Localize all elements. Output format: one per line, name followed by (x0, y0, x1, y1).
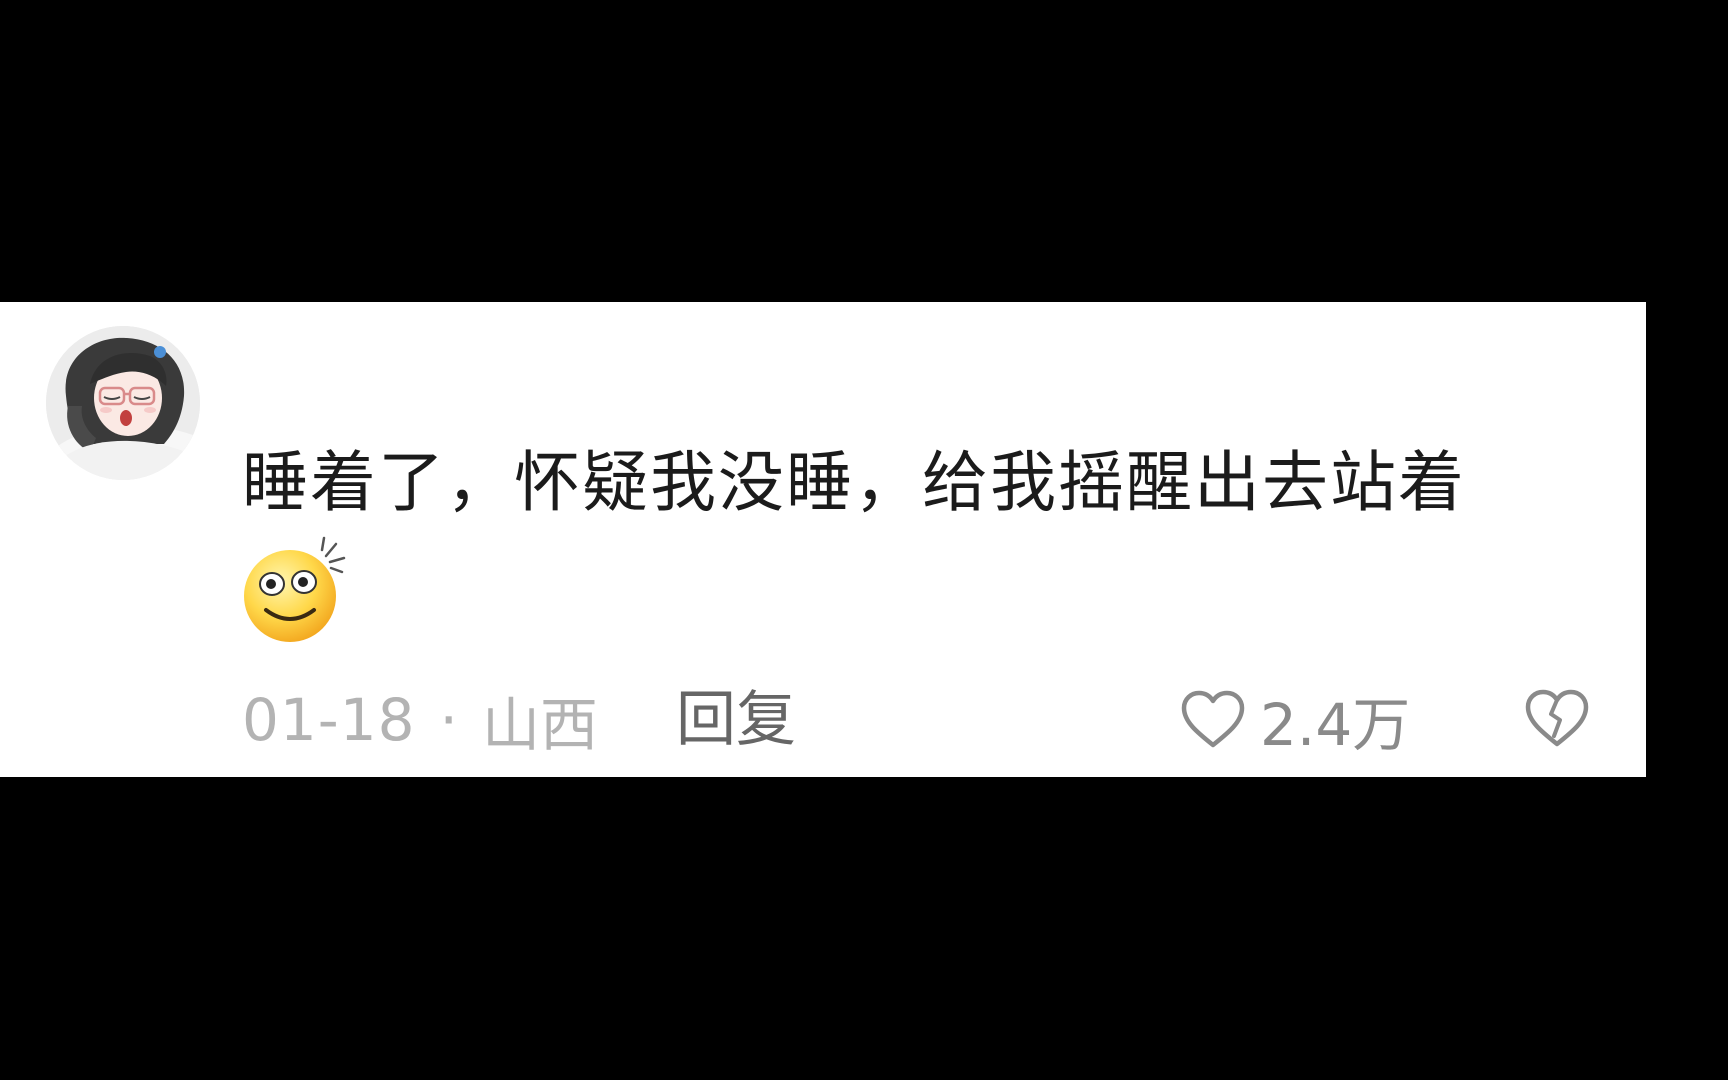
comment-card: 睡着了，怀疑我没睡，给我摇醒出去站着 01-18 · 山西 回复 2.4万 (0, 302, 1646, 777)
comment-meta: 01-18 · 山西 (242, 680, 598, 760)
reply-button[interactable]: 回复 (676, 680, 796, 760)
comment-date: 01-18 (242, 686, 416, 754)
comment-location: 山西 (481, 691, 598, 759)
heart-outline-icon[interactable] (1178, 685, 1248, 755)
meta-separator: · (439, 686, 458, 754)
dizzy-smile-emoji-icon (238, 534, 350, 646)
like-count: 2.4万 (1260, 691, 1411, 759)
comment-text: 睡着了，怀疑我没睡，给我摇醒出去站着 (242, 444, 1466, 521)
broken-heart-icon[interactable] (1522, 684, 1592, 754)
like-button[interactable]: 2.4万 (1178, 680, 1410, 760)
avatar-illustration (46, 326, 200, 480)
avatar[interactable] (46, 326, 200, 480)
